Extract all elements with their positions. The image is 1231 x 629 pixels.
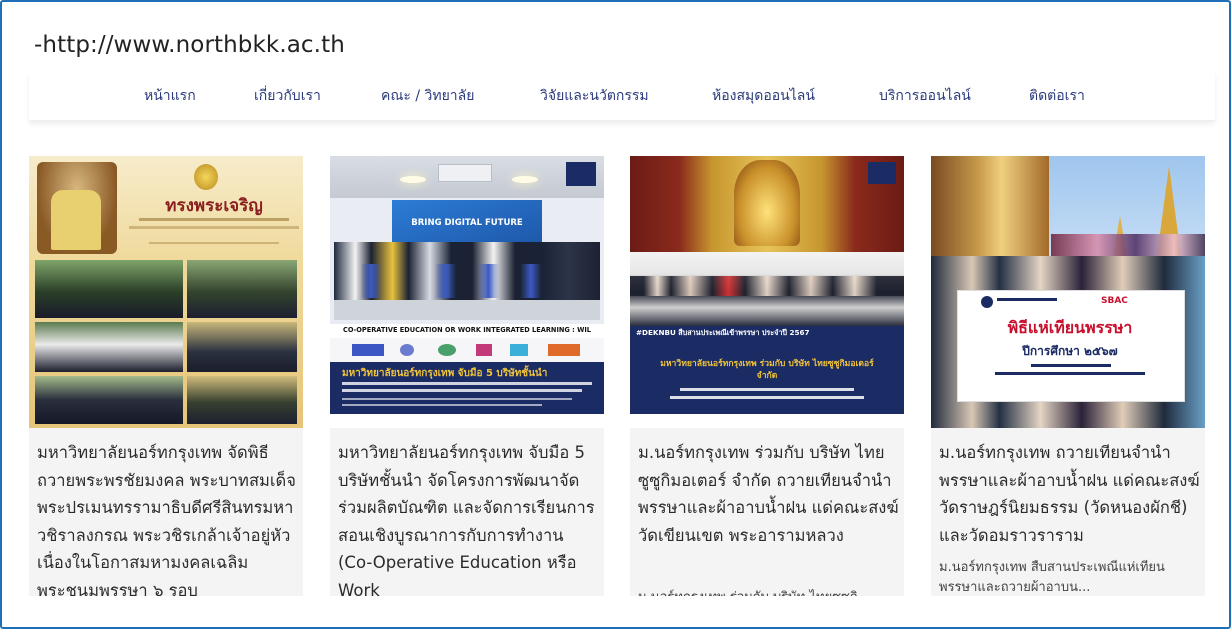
news-card-1[interactable]: ทรงพระเจริญ มหาวิทยาลัยนอร์ทกรุงเทพ จัดพ…: [29, 156, 303, 596]
nav-item-library[interactable]: ห้องสมุดออนไลน์: [712, 85, 815, 107]
news-card-excerpt: ม.นอร์ทกรุงเทพ สืบสานประเพณีแห่เทียนพรรษ…: [939, 560, 1165, 595]
portrait-robe: [51, 190, 101, 250]
nav-item-home[interactable]: หน้าแรก: [144, 85, 196, 107]
photo-group-3: [35, 322, 183, 372]
photo-group-1: [35, 260, 183, 318]
image-subheading: ปีการศึกษา ๒๕๖๗: [1022, 344, 1118, 358]
browser-frame: -http://www.northbkk.ac.th หน้าแรก เกี่ย…: [0, 0, 1231, 629]
sbac-logo: SBAC: [1101, 296, 1128, 306]
buddha-altar: [734, 160, 800, 246]
photo-group-5: [35, 376, 183, 424]
image-heading: พิธีแห่เทียนพรรษา: [1007, 318, 1133, 337]
main-navbar: หน้าแรก เกี่ยวกับเรา คณะ / วิทยาลัย วิจั…: [29, 72, 1215, 121]
news-card-2[interactable]: BRING DIGITAL FUTURE CO-OPERATIVE EDUCAT…: [330, 156, 604, 596]
image-headline: มหาวิทยาลัยนอร์ทกรุงเทพ จับมือ 5 บริษัทช…: [342, 368, 548, 379]
nav-item-research[interactable]: วิจัยและนวัตกรรม: [540, 85, 649, 107]
image-banner: #DEKNBU สืบสานประเพณีเข้าพรรษา ประจำปี 2…: [636, 328, 810, 337]
photo-group-6: [187, 376, 297, 424]
news-card-image[interactable]: SBAC พิธีแห่เทียนพรรษา ปีการศึกษา ๒๕๖๗: [931, 156, 1205, 428]
news-card-image[interactable]: BRING DIGITAL FUTURE CO-OPERATIVE EDUCAT…: [330, 156, 604, 428]
university-logo-icon: [981, 296, 993, 308]
logo-badge: [566, 162, 596, 186]
news-card-excerpt: ม.นอร์ทกรุงเทพ ร่วมกับ บริษัท ไทยซูซูกิ.…: [638, 588, 896, 596]
news-card-title[interactable]: ม.นอร์ทกรุงเทพ ถวายเทียนจำนำพรรษาและผ้าอ…: [939, 439, 1201, 549]
photo-group-2: [187, 260, 297, 318]
news-card-4[interactable]: SBAC พิธีแห่เทียนพรรษา ปีการศึกษา ๒๕๖๗ ม…: [931, 156, 1205, 596]
nav-item-services[interactable]: บริการออนไลน์: [879, 85, 971, 107]
nav-item-faculties[interactable]: คณะ / วิทยาลัย: [381, 85, 474, 107]
image-headline: มหาวิทยาลัยนอร์ทกรุงเทพ ร่วมกับ บริษัท ไ…: [660, 359, 874, 381]
royal-emblem-icon: [194, 164, 218, 190]
logo-badge: [868, 162, 896, 184]
news-card-image[interactable]: ทรงพระเจริญ: [29, 156, 303, 428]
news-card-title[interactable]: มหาวิทยาลัยนอร์ทกรุงเทพ จับมือ 5 บริษัทช…: [338, 439, 600, 596]
photo-group-4: [187, 322, 297, 372]
url-label: -http://www.northbkk.ac.th: [34, 32, 345, 58]
image-banner: CO-OPERATIVE EDUCATION OR WORK INTEGRATE…: [342, 326, 591, 334]
image-heading: ทรงพระเจริญ: [165, 196, 263, 216]
news-card-3[interactable]: #DEKNBU สืบสานประเพณีเข้าพรรษา ประจำปี 2…: [630, 156, 904, 596]
news-card-title[interactable]: มหาวิทยาลัยนอร์ทกรุงเทพ จัดพิธีถวายพระพร…: [37, 439, 299, 596]
news-card-title[interactable]: ม.นอร์ทกรุงเทพ ร่วมกับ บริษัท ไทยซูซูกิม…: [638, 439, 900, 549]
news-card-image[interactable]: #DEKNBU สืบสานประเพณีเข้าพรรษา ประจำปี 2…: [630, 156, 904, 428]
screen-text: BRING DIGITAL FUTURE: [411, 218, 523, 228]
nav-item-contact[interactable]: ติดต่อเรา: [1029, 85, 1085, 107]
nav-item-about[interactable]: เกี่ยวกับเรา: [254, 85, 321, 107]
